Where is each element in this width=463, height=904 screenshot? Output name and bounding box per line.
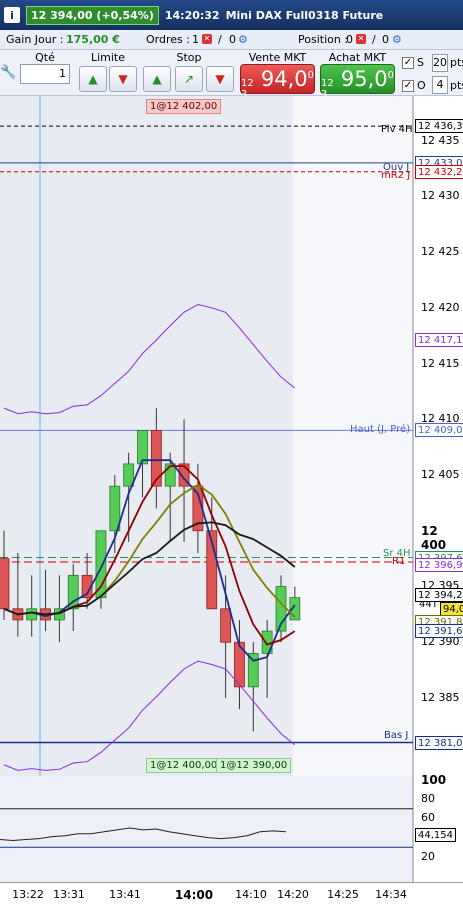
oscillator-tick: 20 bbox=[421, 849, 435, 863]
sell-price-main: 94,0 bbox=[260, 67, 308, 91]
price-level-label: 12 436,3 bbox=[415, 119, 463, 134]
time-axis-tick: 13:22 bbox=[12, 888, 44, 901]
clock: 14:20:32 bbox=[164, 8, 220, 22]
objective-pts-label: pts bbox=[450, 79, 463, 92]
price-level-label: 12 396,9 bbox=[415, 558, 463, 573]
order-tag-buy-390[interactable]: 1@12 390,00 bbox=[216, 758, 292, 773]
orders-count: 1 bbox=[192, 33, 199, 46]
position-sep: / bbox=[372, 33, 376, 46]
oscillator-svg bbox=[0, 776, 414, 882]
time-axis-tick: 14:34 bbox=[375, 888, 407, 901]
stop-checkbox-label: S bbox=[417, 56, 424, 69]
sell-market-button[interactable]: 12 3 94,0 0 bbox=[240, 64, 315, 100]
order-tag-sell[interactable]: 1@12 402,00 bbox=[146, 99, 222, 114]
position-total: 0 bbox=[382, 33, 389, 46]
oscillator-panel[interactable]: 10080604020 44,154 bbox=[0, 773, 463, 882]
price-axis-tick: 12 400 bbox=[421, 523, 447, 552]
price-axis-tick: 12 415 bbox=[421, 356, 460, 370]
stop-trail-button[interactable]: ↗ bbox=[175, 66, 203, 92]
gain-label: Gain Jour : bbox=[6, 33, 64, 46]
mr2-label: mR2 J bbox=[381, 170, 411, 181]
close-position-icon[interactable]: ✕ bbox=[356, 34, 366, 44]
buy-limit-button[interactable]: ▲ bbox=[79, 66, 107, 92]
time-axis-tick: 14:20 bbox=[277, 888, 309, 901]
oscillator-tick: 100 bbox=[421, 773, 447, 787]
objective-checkbox[interactable]: ✓ bbox=[402, 80, 414, 92]
price-axis-tick: 12 425 bbox=[421, 245, 460, 259]
position-label: Position : bbox=[298, 33, 349, 46]
price-level-label: 94,00 bbox=[440, 601, 463, 616]
oscillator-bg bbox=[0, 776, 413, 882]
gain-value: 175,00 € bbox=[66, 33, 120, 46]
stop-pts-input[interactable]: 20 bbox=[432, 54, 448, 72]
sell-mkt-label: Vente MKT bbox=[248, 51, 307, 64]
wrench-icon[interactable]: 🔧 bbox=[0, 65, 16, 83]
orders-settings-icon[interactable]: ⚙ bbox=[238, 33, 248, 46]
buy-price-main: 95,0 bbox=[340, 67, 388, 91]
quantity-input[interactable]: 1 bbox=[20, 64, 70, 84]
buy-price-sup: 0 bbox=[387, 70, 394, 81]
price-level-label: 12 417,1 bbox=[415, 333, 463, 348]
time-axis-tick: 14:10 bbox=[235, 888, 267, 901]
app-icon[interactable]: i bbox=[4, 7, 20, 23]
info-bar: Gain Jour : 175,00 € Ordres : 1 ✕ / 0 ⚙ … bbox=[0, 30, 463, 50]
objective-pts-input[interactable]: 4 bbox=[432, 76, 448, 94]
order-tag-buy-400[interactable]: 1@12 400,00 bbox=[146, 758, 222, 773]
price-level-label: 12 409,0 bbox=[415, 423, 463, 438]
stop-pts-label: pts bbox=[450, 56, 463, 69]
price-level-label: 12 432,2 bbox=[415, 164, 463, 179]
price-axis-tick: 12 430 bbox=[421, 189, 460, 203]
price-chart[interactable]: Piv 4H Ouv J mR2 J Haut (J, Pré) Sr 4H R… bbox=[0, 96, 463, 776]
buy-mkt-label: Achat MKT bbox=[328, 51, 387, 64]
limit-label: Limite bbox=[90, 51, 126, 64]
product-name: Mini DAX Full0318 Future bbox=[225, 8, 384, 22]
qty-label: Qté bbox=[35, 51, 55, 64]
orders-label: Ordres : bbox=[146, 33, 190, 46]
time-axis-tick: 14:25 bbox=[327, 888, 359, 901]
price-axis-tick: 12 420 bbox=[421, 300, 460, 314]
cancel-orders-icon[interactable]: ✕ bbox=[202, 34, 212, 44]
candle-body bbox=[220, 608, 232, 643]
buy-market-button[interactable]: 12 3 95,0 0 bbox=[320, 64, 395, 100]
price-level-label: 12 381,0 bbox=[415, 735, 463, 750]
time-axis: 13:22 13:31 13:41 14:00 14:10 14:20 14:25 14:34 bbox=[0, 882, 463, 904]
sell-stop-button[interactable]: ▼ bbox=[206, 66, 234, 92]
position-value: 0 bbox=[346, 33, 353, 46]
price-level-label: 12 394,2 bbox=[415, 588, 463, 603]
low-day-label: Bas J bbox=[384, 730, 409, 741]
position-settings-icon[interactable]: ⚙ bbox=[392, 33, 402, 46]
time-axis-tick: 13:41 bbox=[109, 888, 141, 901]
pivot-4h-label: Piv 4H bbox=[381, 124, 413, 135]
candle-body bbox=[247, 652, 259, 688]
candle-body bbox=[137, 430, 148, 465]
title-bar: i 12 394,00 (+0,54%) 14:20:32 Mini DAX F… bbox=[0, 0, 463, 30]
time-axis-tick: 13:31 bbox=[53, 888, 85, 901]
sell-price-sup: 0 bbox=[307, 70, 314, 81]
candle-body bbox=[0, 558, 10, 610]
price-level-label: 12 391,6 bbox=[415, 624, 463, 639]
oscillator-tick: 80 bbox=[421, 792, 435, 806]
stop-label: Stop bbox=[176, 51, 202, 64]
price-chart-svg bbox=[0, 96, 414, 776]
high-prev-day-label: Haut (J, Pré) bbox=[350, 424, 411, 435]
oscillator-value-label: 44,154 bbox=[415, 828, 456, 842]
orders-total: 0 bbox=[229, 33, 236, 46]
stop-checkbox[interactable]: ✓ bbox=[402, 57, 414, 69]
candle-body bbox=[150, 430, 162, 487]
time-axis-tick: 14:00 bbox=[174, 888, 214, 902]
price-axis-tick: 12 405 bbox=[421, 468, 460, 482]
order-toolbar: 🔧 Qté 1 Limite ▲ ▼ Stop ▲ ↗ ▼ Vente MKT … bbox=[0, 50, 463, 100]
sell-limit-button[interactable]: ▼ bbox=[109, 66, 137, 92]
chart-future-bg bbox=[293, 96, 413, 776]
oscillator-tick: 60 bbox=[421, 811, 435, 825]
price-axis-tick: 12 385 bbox=[421, 690, 460, 704]
objective-checkbox-label: O bbox=[417, 79, 426, 92]
buy-stop-button[interactable]: ▲ bbox=[143, 66, 171, 92]
orders-sep: / bbox=[218, 33, 222, 46]
price-change-badge: 12 394,00 (+0,54%) bbox=[26, 5, 159, 25]
price-axis-tick: 12 435 bbox=[421, 133, 460, 147]
r1-label: R1 bbox=[392, 556, 406, 567]
